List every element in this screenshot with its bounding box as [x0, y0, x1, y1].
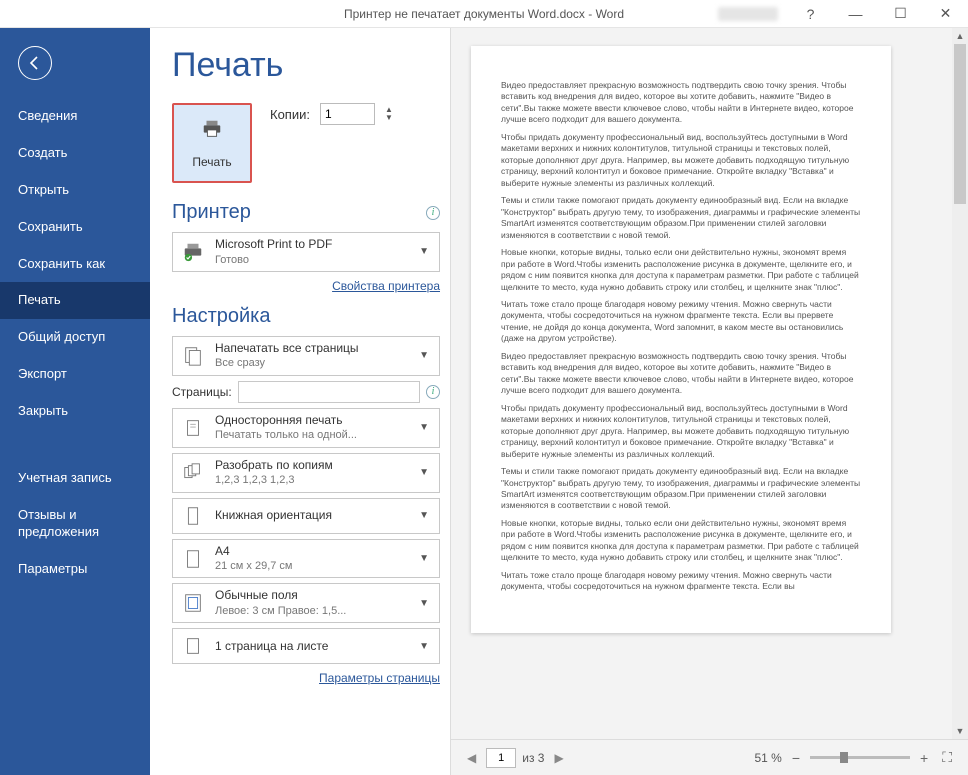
- margins-dropdown[interactable]: Обычные поляЛевое: 3 см Правое: 1,5... ▼: [172, 583, 440, 623]
- print-range-dropdown[interactable]: Напечатать все страницыВсе сразу ▼: [172, 336, 440, 376]
- sides-dropdown[interactable]: Односторонняя печатьПечатать только на о…: [172, 408, 440, 448]
- zoom-slider[interactable]: [810, 756, 910, 759]
- sidebar-item-share[interactable]: Общий доступ: [0, 319, 150, 356]
- printer-status: Готово: [215, 253, 407, 267]
- zoom-fit-button[interactable]: ⛶: [938, 749, 956, 766]
- copies-label: Копии:: [270, 107, 310, 122]
- titlebar: Принтер не печатает документы Word.docx …: [0, 0, 968, 28]
- preview-paragraph: Темы и стили также помогают придать доку…: [501, 195, 861, 241]
- close-button[interactable]: ✕: [923, 0, 968, 28]
- sidebar-item-new[interactable]: Создать: [0, 135, 150, 172]
- prev-page-button[interactable]: ◀: [463, 751, 480, 765]
- chevron-down-icon: ▼: [415, 510, 433, 521]
- collate-dropdown[interactable]: Разобрать по копиям1,2,3 1,2,3 1,2,3 ▼: [172, 453, 440, 493]
- pages-all-icon: [179, 345, 207, 367]
- preview-scrollbar[interactable]: ▲ ▼: [952, 28, 968, 739]
- zoom-in-button[interactable]: +: [916, 750, 932, 766]
- account-blurred: [718, 7, 778, 21]
- sidebar-item-save[interactable]: Сохранить: [0, 209, 150, 246]
- page-setup-link[interactable]: Параметры страницы: [319, 671, 440, 685]
- chevron-down-icon: ▼: [415, 246, 433, 257]
- pages-input[interactable]: [238, 381, 420, 403]
- preview-paragraph: Видео предоставляет прекрасную возможнос…: [501, 80, 861, 126]
- preview-paragraph: Читать тоже стало проще благодаря новому…: [501, 299, 861, 345]
- sidebar-item-info[interactable]: Сведения: [0, 98, 150, 135]
- scroll-up-icon[interactable]: ▲: [952, 28, 968, 44]
- sidebar-item-options[interactable]: Параметры: [0, 551, 150, 588]
- maximize-button[interactable]: ☐: [878, 0, 923, 28]
- sidebar-item-export[interactable]: Экспорт: [0, 356, 150, 393]
- zoom-label: 51 %: [754, 751, 781, 765]
- preview-paragraph: Чтобы придать документу профессиональный…: [501, 403, 861, 460]
- chevron-down-icon: ▼: [415, 467, 433, 478]
- window-title: Принтер не печатает документы Word.docx …: [344, 7, 624, 21]
- preview-paragraph: Новые кнопки, которые видны, только если…: [501, 518, 861, 564]
- copies-spinner[interactable]: ▲▼: [385, 106, 393, 122]
- arrow-left-icon: [27, 55, 43, 71]
- help-button[interactable]: ?: [788, 0, 833, 28]
- copies-input[interactable]: [320, 103, 375, 125]
- setup-heading: Настройка: [172, 305, 270, 328]
- pages-per-sheet-dropdown[interactable]: 1 страница на листе ▼: [172, 628, 440, 664]
- preview-paragraph: Темы и стили также помогают придать доку…: [501, 466, 861, 512]
- preview-paragraph: Новые кнопки, которые видны, только если…: [501, 247, 861, 293]
- print-button[interactable]: Печать: [172, 103, 252, 183]
- scroll-thumb[interactable]: [954, 44, 966, 204]
- sidebar-item-account[interactable]: Учетная запись: [0, 460, 150, 497]
- printer-ready-icon: [179, 241, 207, 263]
- portrait-icon: [179, 505, 207, 527]
- next-page-button[interactable]: ▶: [550, 751, 567, 765]
- zoom-out-button[interactable]: −: [788, 750, 804, 766]
- printer-heading: Принтер: [172, 201, 251, 224]
- preview-paragraph: Чтобы придать документу профессиональный…: [501, 132, 861, 189]
- margins-icon: [179, 592, 207, 614]
- scroll-down-icon[interactable]: ▼: [952, 723, 968, 739]
- chevron-down-icon: ▼: [415, 350, 433, 361]
- preview-statusbar: ◀ из 3 ▶ 51 % − + ⛶: [451, 739, 968, 775]
- printer-properties-link[interactable]: Свойства принтера: [332, 279, 440, 293]
- orientation-dropdown[interactable]: Книжная ориентация ▼: [172, 498, 440, 534]
- page-count-label: из 3: [522, 751, 544, 765]
- pages-label: Страницы:: [172, 385, 232, 399]
- info-icon[interactable]: i: [426, 385, 440, 399]
- sidebar-item-feedback[interactable]: Отзывы и предложения: [0, 497, 150, 551]
- back-button[interactable]: [18, 46, 52, 80]
- preview-paragraph: Читать тоже стало проще благодаря новому…: [501, 570, 861, 593]
- collate-icon: [179, 462, 207, 484]
- minimize-button[interactable]: —: [833, 0, 878, 28]
- chevron-down-icon: ▼: [415, 553, 433, 564]
- page-number-input[interactable]: [486, 748, 516, 768]
- chevron-down-icon: ▼: [415, 598, 433, 609]
- page-title: Печать: [172, 46, 440, 85]
- preview-page: Видео предоставляет прекрасную возможнос…: [471, 46, 891, 633]
- print-preview: Видео предоставляет прекрасную возможнос…: [450, 28, 968, 775]
- info-icon[interactable]: i: [426, 206, 440, 220]
- print-button-label: Печать: [192, 155, 231, 169]
- backstage-sidebar: Сведения Создать Открыть Сохранить Сохра…: [0, 28, 150, 775]
- one-page-icon: [179, 635, 207, 657]
- sidebar-item-open[interactable]: Открыть: [0, 172, 150, 209]
- paper-size-dropdown[interactable]: A421 см x 29,7 см ▼: [172, 539, 440, 579]
- print-settings-panel: Печать Печать Копии: ▲▼ Принтер i: [150, 28, 450, 775]
- chevron-down-icon: ▼: [415, 422, 433, 433]
- printer-icon: [201, 118, 223, 147]
- preview-paragraph: Видео предоставляет прекрасную возможнос…: [501, 351, 861, 397]
- sidebar-item-close[interactable]: Закрыть: [0, 393, 150, 430]
- printer-name: Microsoft Print to PDF: [215, 237, 407, 253]
- sidebar-item-print[interactable]: Печать: [0, 282, 150, 319]
- paper-icon: [179, 548, 207, 570]
- one-sided-icon: [179, 417, 207, 439]
- sidebar-item-saveas[interactable]: Сохранить как: [0, 246, 150, 283]
- printer-dropdown[interactable]: Microsoft Print to PDF Готово ▼: [172, 232, 440, 272]
- chevron-down-icon: ▼: [415, 641, 433, 652]
